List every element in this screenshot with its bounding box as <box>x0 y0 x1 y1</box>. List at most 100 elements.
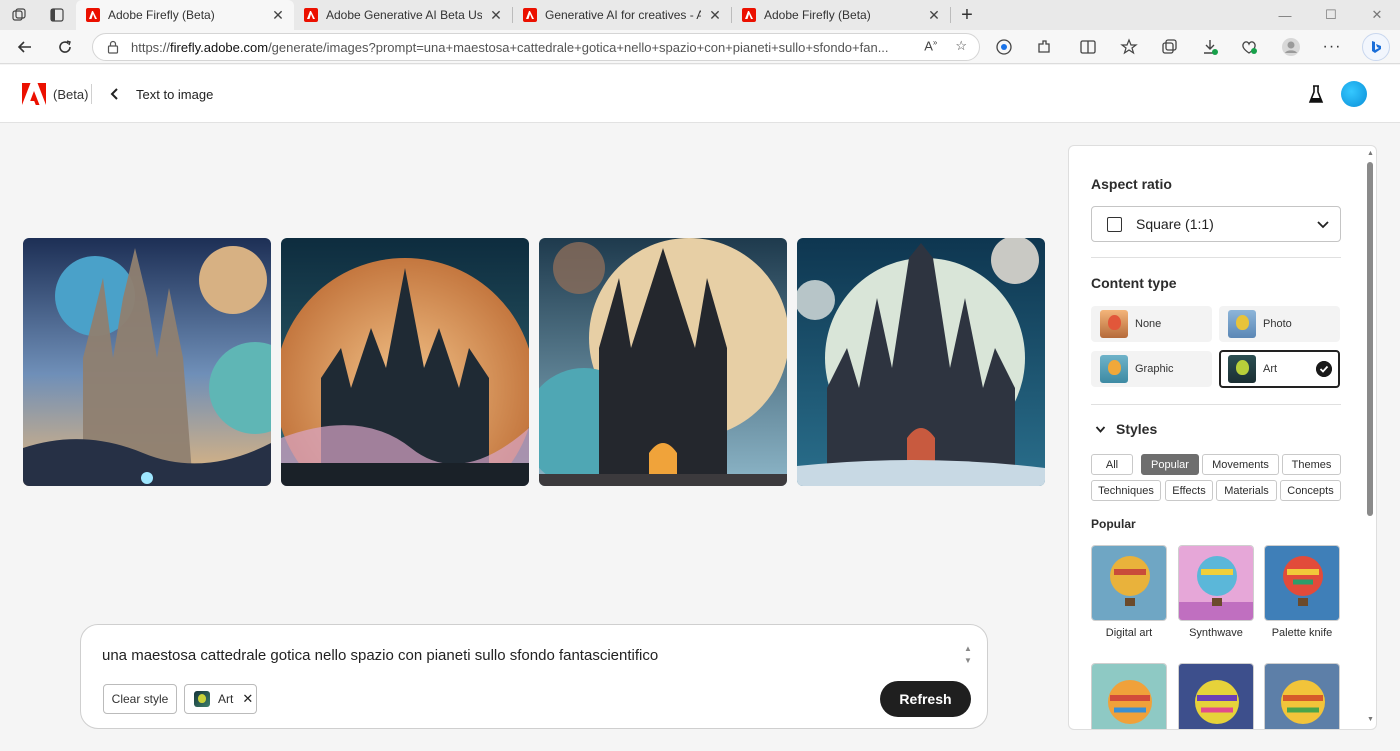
checkmark-icon <box>1316 361 1332 377</box>
style-filter-movements[interactable]: Movements <box>1202 454 1279 475</box>
labs-flask-icon[interactable] <box>1308 83 1324 105</box>
split-screen-icon[interactable] <box>1077 36 1099 58</box>
style-filter-materials[interactable]: Materials <box>1216 480 1277 501</box>
style-filter-techniques[interactable]: Techniques <box>1091 480 1161 501</box>
style-chip-art: Art ✕ <box>184 684 257 714</box>
back-chevron-icon[interactable] <box>108 85 122 103</box>
address-bar[interactable]: https://firefly.adobe.com/generate/image… <box>92 33 980 61</box>
generated-image-4[interactable] <box>797 238 1045 486</box>
content-type-graphic[interactable]: Graphic <box>1091 351 1212 387</box>
tab-firefly-active[interactable]: Adobe Firefly (Beta) ✕ <box>76 0 294 30</box>
tab-user-guide[interactable]: Adobe Generative AI Beta User G ✕ <box>294 0 512 30</box>
scroll-down-icon[interactable]: ▼ <box>1367 716 1374 723</box>
style-tile-palette-knife[interactable] <box>1264 545 1340 621</box>
prompt-scroll-arrows[interactable]: ▲ ▼ <box>963 643 973 667</box>
app-header: (Beta) Text to image <box>0 65 1400 123</box>
balloon-palette-knife-icon <box>1265 546 1339 620</box>
workspaces-icon[interactable] <box>0 0 38 30</box>
user-avatar[interactable] <box>1341 81 1367 107</box>
lock-icon[interactable] <box>107 40 119 54</box>
style-filter-effects[interactable]: Effects <box>1165 480 1213 501</box>
url-scheme: https:// <box>131 39 171 55</box>
style-tile-6[interactable] <box>1264 663 1340 729</box>
more-options-icon[interactable]: ··· <box>1321 36 1343 58</box>
cathedral-artwork-4 <box>797 238 1045 486</box>
content-type-art[interactable]: Art <box>1219 350 1340 388</box>
close-tab-icon[interactable]: ✕ <box>488 7 504 24</box>
window-controls: — ☐ ✕ <box>1262 0 1400 30</box>
favorite-star-icon[interactable]: ☆ <box>955 38 967 54</box>
beta-label: (Beta) <box>53 87 89 102</box>
tab-label: Generative AI for creatives - Ado <box>545 8 701 22</box>
favorites-icon[interactable] <box>1118 36 1140 58</box>
aspect-ratio-value: Square (1:1) <box>1136 216 1214 232</box>
browser-essentials-icon[interactable] <box>1238 36 1260 58</box>
chip-label: Art <box>218 692 234 706</box>
style-tile-4[interactable] <box>1091 663 1167 729</box>
balloon-thumbnail-icon <box>1228 355 1256 383</box>
scroll-up-icon[interactable]: ▲ <box>1367 150 1374 157</box>
reload-icon[interactable] <box>52 35 78 59</box>
url-text: https://firefly.adobe.com/generate/image… <box>131 40 891 55</box>
balloon-thumbnail-icon <box>1100 310 1128 338</box>
style-filter-concepts[interactable]: Concepts <box>1280 480 1341 501</box>
panel-scrollbar[interactable]: ▲ ▼ <box>1364 150 1376 724</box>
back-arrow-icon[interactable] <box>12 35 38 59</box>
extensions-icon[interactable] <box>1033 36 1055 58</box>
profile-icon[interactable] <box>1280 36 1302 58</box>
chevron-down-icon <box>1317 221 1329 229</box>
clear-style-button[interactable]: Clear style <box>103 684 177 714</box>
prompt-bar: una maestosa cattedrale gotica nello spa… <box>80 624 988 729</box>
tab-label: Adobe Generative AI Beta User G <box>326 8 482 22</box>
close-tab-icon[interactable]: ✕ <box>270 7 286 24</box>
style-filter-all[interactable]: All <box>1091 454 1133 475</box>
balloon-style-icon <box>1179 664 1253 729</box>
scrollbar-thumb[interactable] <box>1367 162 1373 516</box>
read-aloud-icon[interactable]: A» <box>924 38 937 54</box>
styles-section-toggle[interactable]: Styles <box>1095 421 1157 437</box>
maximize-icon[interactable]: ☐ <box>1308 0 1354 30</box>
tracking-prevention-icon[interactable] <box>993 36 1015 58</box>
balloon-digital-art-icon <box>1092 546 1166 620</box>
balloon-thumbnail-icon <box>1228 310 1256 338</box>
url-actions: A» ☆ <box>924 38 967 54</box>
tab-firefly-2[interactable]: Adobe Firefly (Beta) ✕ <box>732 0 950 30</box>
prompt-input[interactable]: una maestosa cattedrale gotica nello spa… <box>102 647 658 664</box>
tab-generative-ai[interactable]: Generative AI for creatives - Ado ✕ <box>513 0 731 30</box>
tab-actions-icon[interactable] <box>38 0 76 30</box>
adobe-logo-icon[interactable] <box>22 83 46 105</box>
close-tab-icon[interactable]: ✕ <box>707 7 723 24</box>
style-filter-themes[interactable]: Themes <box>1282 454 1341 475</box>
browser-toolbar: https://firefly.adobe.com/generate/image… <box>0 30 1400 64</box>
content-type-photo[interactable]: Photo <box>1219 306 1340 342</box>
collections-icon[interactable] <box>1158 36 1180 58</box>
divider <box>1091 404 1341 405</box>
content-type-label-graphic: Graphic <box>1135 363 1174 375</box>
remove-chip-icon[interactable]: ✕ <box>242 691 253 707</box>
close-window-icon[interactable]: ✕ <box>1354 0 1400 30</box>
new-tab-button[interactable]: + <box>951 0 983 30</box>
bing-copilot-icon[interactable] <box>1362 33 1390 61</box>
generated-image-1[interactable] <box>23 238 271 486</box>
art-thumbnail-icon <box>194 691 210 707</box>
refresh-button[interactable]: Refresh <box>880 681 971 717</box>
minimize-icon[interactable]: — <box>1262 0 1308 30</box>
aspect-ratio-dropdown[interactable]: Square (1:1) <box>1091 206 1341 242</box>
style-filter-popular[interactable]: Popular <box>1141 454 1199 475</box>
generated-image-3[interactable] <box>539 238 787 486</box>
style-tile-5[interactable] <box>1178 663 1254 729</box>
content-type-none[interactable]: None <box>1091 306 1212 342</box>
styles-label: Styles <box>1116 421 1158 437</box>
style-tile-digital-art[interactable] <box>1091 545 1167 621</box>
content-type-label-none: None <box>1135 318 1162 330</box>
adobe-favicon-icon <box>86 8 100 22</box>
chevron-down-icon <box>1095 425 1106 433</box>
downloads-icon[interactable] <box>1199 36 1221 58</box>
cathedral-artwork-1 <box>23 238 271 486</box>
generated-image-2[interactable] <box>281 238 529 486</box>
style-tile-synthwave[interactable] <box>1178 545 1254 621</box>
page-title: Text to image <box>136 87 214 102</box>
style-label-synthwave: Synthwave <box>1189 627 1243 639</box>
close-tab-icon[interactable]: ✕ <box>926 7 942 24</box>
aspect-ratio-label: Aspect ratio <box>1091 176 1172 192</box>
